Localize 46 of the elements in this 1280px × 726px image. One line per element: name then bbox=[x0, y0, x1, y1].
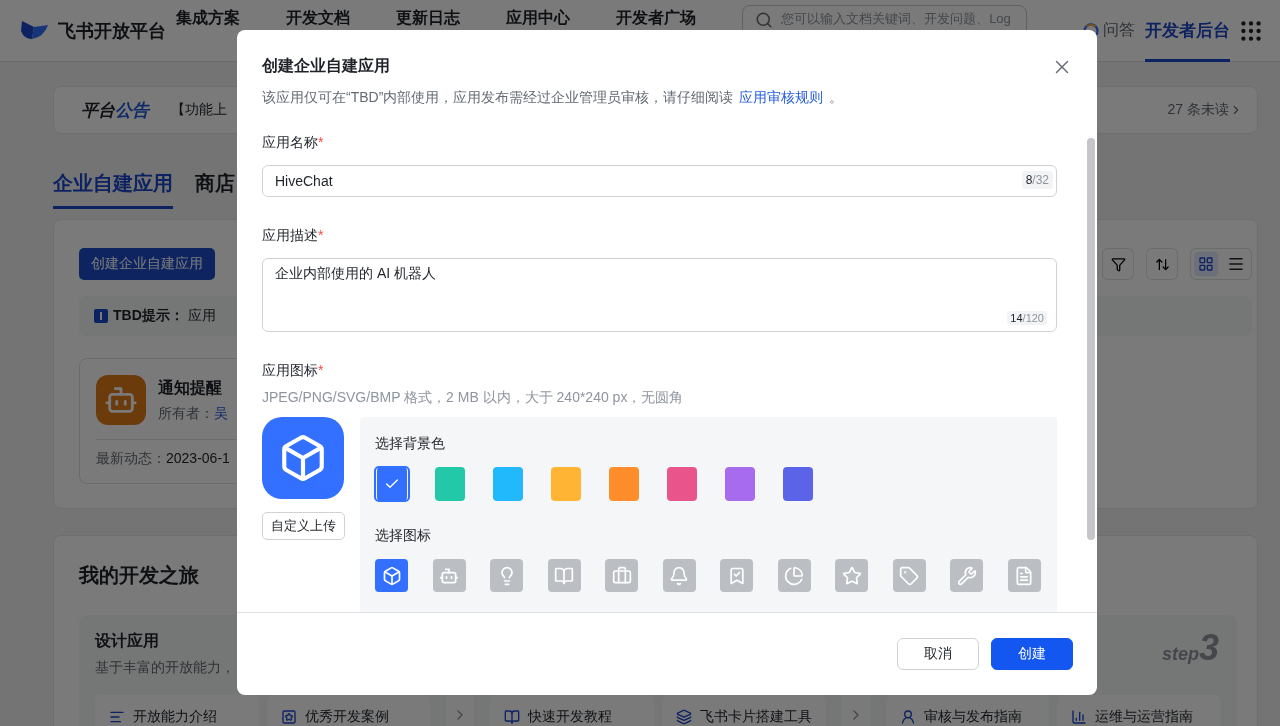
guide-link[interactable]: 审核与发布指南 bbox=[885, 695, 1050, 726]
tab[interactable]: 企业自建应用 bbox=[53, 170, 173, 209]
tab[interactable]: 商店 bbox=[195, 170, 235, 209]
guide-link[interactable]: 优秀开发案例 bbox=[266, 695, 431, 726]
unread-link[interactable]: 27 条未读 bbox=[1167, 101, 1243, 119]
journey-title: 我的开发之旅 bbox=[79, 563, 199, 588]
upload-button[interactable]: 自定义上传 bbox=[261, 512, 345, 540]
guide-link[interactable]: 飞书卡片搭建工具 bbox=[661, 695, 826, 726]
nav-link[interactable]: 应用中心 bbox=[506, 9, 571, 27]
announcement-text[interactable]: 【功能上 bbox=[171, 101, 227, 119]
char-counter: 8/32 bbox=[1021, 171, 1053, 189]
nav-link[interactable]: 更新日志 bbox=[396, 9, 461, 27]
latest-date: 2023-06-1 bbox=[166, 450, 230, 468]
notice-end: 。 bbox=[829, 89, 844, 105]
required-mark: * bbox=[318, 227, 324, 245]
char-counter: 14/120 bbox=[1007, 311, 1047, 325]
field-label: 应用描述 bbox=[262, 227, 318, 245]
announcement-title: 平台 bbox=[81, 99, 115, 122]
nav-link[interactable]: 开发文档 bbox=[286, 9, 351, 27]
owner-label: 所有者： bbox=[158, 405, 214, 423]
latest-label: 最新动态： bbox=[96, 450, 166, 468]
console-tab[interactable]: 开发者后台 bbox=[1145, 0, 1230, 62]
icon-title: 选择图标 bbox=[375, 527, 431, 545]
announcement-title-accent: 公告 bbox=[115, 99, 149, 122]
cancel-button[interactable]: 取消 bbox=[897, 638, 979, 670]
tip-label: TBD提示： bbox=[113, 307, 184, 325]
required-mark: * bbox=[318, 362, 324, 380]
brand-name[interactable]: 飞书开放平台 bbox=[58, 18, 166, 43]
step-description: 基于丰富的开放能力， bbox=[95, 659, 235, 677]
create-app-button[interactable]: 创建企业自建应用 bbox=[79, 248, 215, 280]
field-label: 应用名称 bbox=[262, 134, 318, 152]
field-label: 应用图标 bbox=[262, 362, 318, 380]
tip-text: 应用 bbox=[187, 307, 216, 325]
nav-link[interactable]: 开发者广场 bbox=[616, 9, 697, 27]
owner-link[interactable]: 吴 bbox=[214, 405, 228, 423]
guide-link[interactable]: 开放能力介绍 bbox=[95, 695, 259, 726]
review-rules-link[interactable]: 应用审核规则 bbox=[739, 89, 824, 105]
app-name: 通知提醒 bbox=[158, 378, 222, 398]
guide-link[interactable]: 快速开发教程 bbox=[490, 695, 654, 726]
create-button[interactable]: 创建 bbox=[991, 638, 1073, 670]
nav-link[interactable]: 集成方案 bbox=[176, 9, 241, 27]
dialog-title: 创建企业自建应用 bbox=[262, 56, 390, 76]
notice-text: 该应用仅可在“TBD”内部使用，应用发布需经过企业管理员审核，请仔细阅读 bbox=[262, 89, 734, 105]
guide-link[interactable]: 运维与运营指南 bbox=[1057, 695, 1221, 726]
step-title: 设计应用 bbox=[95, 631, 159, 651]
required-mark: * bbox=[318, 134, 324, 152]
